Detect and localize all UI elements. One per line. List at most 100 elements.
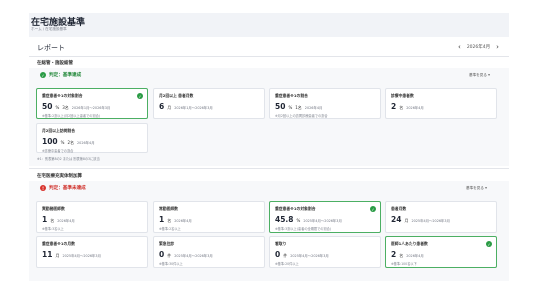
card-unit: 名 bbox=[167, 218, 172, 223]
card-patient-months: 患者月数 24 月 2025年4月〜2026年3月 bbox=[385, 201, 497, 233]
card-label: 診療中患者数 bbox=[391, 93, 414, 98]
card-value: 2 bbox=[391, 102, 397, 111]
divider bbox=[29, 56, 509, 57]
card-patients-per-doctor: ✓ 医師1人あたり患者数 2 名 2026年4月 ※基準:100名以下 bbox=[385, 236, 497, 268]
alert-circle-icon: ! bbox=[40, 185, 46, 191]
card-sub: 1名 bbox=[295, 105, 302, 110]
status-badge-zaiso: ✓ 判定：基準達成 bbox=[40, 72, 81, 78]
card-emergency-visits: 緊急往診 0 件 2025年4月〜2026年3月 ※基準:30件以上 bbox=[153, 236, 265, 268]
card-note: ※基準:3名以上 bbox=[42, 227, 64, 231]
check-circle-icon: ✓ bbox=[40, 72, 46, 78]
card-value: 45.8 bbox=[275, 215, 294, 224]
card-unit: % bbox=[288, 105, 293, 110]
check-circle-icon: ✓ bbox=[137, 93, 143, 99]
card-unit: % bbox=[55, 105, 60, 110]
card-unit: 名 bbox=[50, 218, 55, 223]
card-period: 2026年4月 bbox=[57, 219, 75, 223]
card-unit: 月 bbox=[55, 253, 60, 258]
card-label: 看取り bbox=[275, 241, 287, 246]
card-biweekly-visit-ratio: 月2回以上訪問割合 100% 2名 2026年4月 ※診療中患者での割合 bbox=[36, 123, 148, 153]
report-title: レポート bbox=[37, 44, 65, 52]
card-value: 1 bbox=[42, 215, 48, 224]
card-period: 2026年1月〜2026年3月 bbox=[71, 106, 111, 110]
card-severe-target-ratio: ✓ 重症患者※1の対象割合 50% 3名 2026年1月〜2026年3月 ※基準:2… bbox=[36, 88, 148, 119]
card-sub: 2名 bbox=[67, 140, 75, 145]
divider bbox=[29, 168, 509, 169]
card-unit: % bbox=[296, 218, 301, 223]
card-label: 実勤務医師数 bbox=[42, 206, 65, 211]
page-header bbox=[29, 13, 509, 37]
status-label: 判定：基準達成 bbox=[49, 73, 82, 78]
card-severe-target-ratio-2: ✓ 重症患者※1の対象割合 45.8% 2025年4月〜2026年3月 ※基準:3… bbox=[269, 201, 381, 233]
check-circle-icon: ✓ bbox=[370, 206, 376, 212]
criteria-toggle-jujitsu[interactable]: 基準を見る ▾ bbox=[466, 186, 487, 191]
card-period: 2026年1月〜2026年3月 bbox=[174, 106, 213, 110]
card-unit: 件 bbox=[167, 253, 172, 258]
card-period: 2025年4月〜2026年3月 bbox=[62, 254, 101, 258]
card-period: 2026年4月 bbox=[77, 141, 95, 145]
card-period: 2025年4月〜2026年3月 bbox=[411, 219, 450, 223]
current-month: 2026年4月 bbox=[466, 45, 491, 50]
section-title-zaiso: 在総管・施設総管 bbox=[37, 61, 73, 66]
card-fulltime-doctors: 常勤医師数 1 名 2026年4月 ※基準:2名以上 bbox=[153, 201, 265, 233]
card-label: 重症患者※1の割合 bbox=[275, 93, 308, 98]
card-severe-ratio: 重症患者※1の割合 50% 1名 2026年4月 ※月2回以上の訪問診療患者での割合 bbox=[269, 88, 381, 119]
card-period: 2026年4月 bbox=[174, 219, 192, 223]
card-unit: 月 bbox=[404, 218, 409, 223]
card-note: ※基準:30件以上 bbox=[159, 262, 183, 266]
criteria-toggle-zaiso[interactable]: 基準を見る ▾ bbox=[469, 73, 490, 78]
card-period: 2026年4月 bbox=[304, 106, 323, 110]
footnote: ※1：別表第8の2 または 別表第8の3に該当 bbox=[37, 157, 100, 161]
status-label: 判定：基準未達成 bbox=[49, 186, 86, 191]
card-label: 緊急往診 bbox=[159, 241, 175, 246]
card-unit: % bbox=[60, 140, 65, 145]
card-note: ※診療中患者での割合 bbox=[42, 149, 74, 153]
check-circle-icon: ✓ bbox=[486, 241, 492, 247]
card-value: 2 bbox=[391, 250, 397, 259]
card-unit: 名 bbox=[399, 253, 404, 258]
card-value: 11 bbox=[42, 250, 53, 259]
status-badge-jujitsu: ! 判定：基準未達成 bbox=[40, 185, 86, 191]
card-value: 50 bbox=[42, 102, 53, 111]
card-label: 医師1人あたり患者数 bbox=[391, 241, 428, 246]
card-sub: 3名 bbox=[62, 105, 69, 110]
card-value: 0 bbox=[275, 250, 281, 259]
card-value: 100 bbox=[42, 137, 58, 146]
card-end-of-life-care: 看取り 0 件 2025年4月〜2026年3月 ※基準:20件以上 bbox=[269, 236, 381, 268]
card-label: 月2回以上訪問割合 bbox=[42, 128, 76, 133]
card-note: ※基準:100名以下 bbox=[391, 262, 417, 266]
next-month-icon[interactable]: › bbox=[496, 43, 499, 51]
prev-month-icon[interactable]: ‹ bbox=[458, 43, 461, 51]
card-value: 1 bbox=[159, 215, 165, 224]
card-label: 月2回以上 患者月数 bbox=[159, 93, 194, 98]
card-label: 患者月数 bbox=[391, 206, 407, 211]
card-period: 2025年4月〜2026年3月 bbox=[290, 254, 329, 258]
card-label: 重症患者※1の対象割合 bbox=[42, 93, 83, 98]
card-value: 50 bbox=[275, 102, 286, 111]
card-period: 2025年4月〜2026年3月 bbox=[174, 254, 213, 258]
card-severe-months: 重症患者※1の月数 11 月 2025年4月〜2026年3月 bbox=[36, 236, 148, 268]
breadcrumb[interactable]: ホーム / 在宅施設基準 bbox=[31, 27, 67, 32]
card-biweekly-patient-months: 月2回以上 患者月数 6 月 2026年1月〜2026年3月 bbox=[153, 88, 265, 119]
card-note: ※月2回以上の訪問診療患者での割合 bbox=[275, 114, 328, 118]
card-note: ※基準:2名以上 bbox=[159, 227, 181, 231]
card-label: 常勤医師数 bbox=[159, 206, 178, 211]
card-value: 6 bbox=[159, 102, 165, 111]
card-unit: 件 bbox=[283, 253, 288, 258]
card-period: 2026年4月 bbox=[406, 254, 424, 258]
card-note: ※基準:2割以上(月2回以上患者での割合) bbox=[42, 114, 101, 118]
card-note: ※基準:20件以上 bbox=[275, 262, 299, 266]
card-unit: 名 bbox=[399, 105, 404, 110]
card-period: 2025年4月〜2026年3月 bbox=[303, 219, 342, 223]
card-unit: 月 bbox=[167, 105, 172, 110]
card-note: ※基準:3割以上(患者の全期間での割合) bbox=[275, 227, 332, 231]
section-title-jujitsu: 在宅医療充実体制加算 bbox=[37, 174, 82, 179]
card-label: 重症患者※1の月数 bbox=[42, 241, 75, 246]
card-active-patients: 診療中患者数 2 名 2026年4月 bbox=[385, 88, 497, 119]
card-value: 0 bbox=[159, 250, 165, 259]
card-working-doctors: 実勤務医師数 1 名 2026年4月 ※基準:3名以上 bbox=[36, 201, 148, 233]
card-period: 2026年4月 bbox=[406, 106, 424, 110]
month-navigator: ‹ 2026年4月 › bbox=[458, 43, 499, 51]
card-value: 24 bbox=[391, 215, 402, 224]
card-label: 重症患者※1の対象割合 bbox=[275, 206, 316, 211]
